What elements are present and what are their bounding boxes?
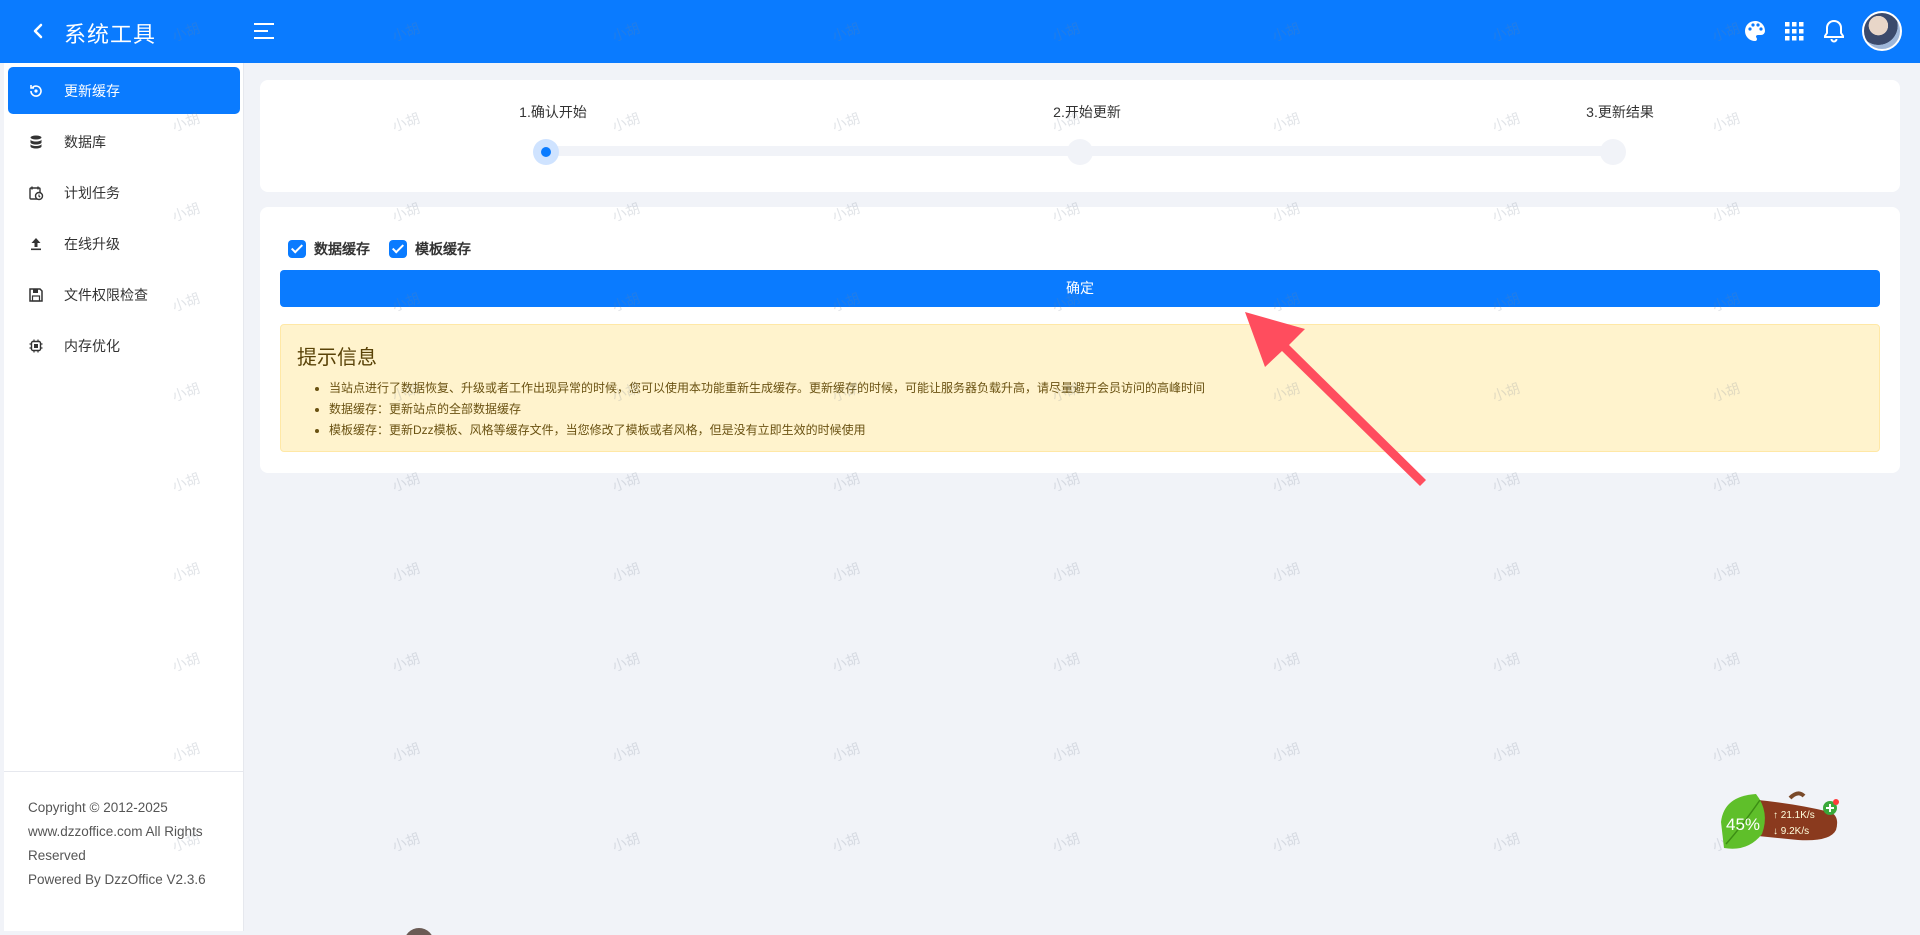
tips-list: 当站点进行了数据恢复、升级或者工作出现异常的时候，您可以使用本功能重新生成缓存。… [329, 378, 1205, 441]
sidebar-item-label: 计划任务 [64, 184, 120, 201]
watermark-text: 小胡 [610, 739, 642, 765]
net-percent: 45% [1726, 815, 1760, 834]
watermark-text: 小胡 [390, 559, 422, 585]
chip-icon [29, 339, 43, 352]
schedule-icon [29, 186, 44, 200]
net-down-speed: ↓ 9.2K/s [1773, 826, 1809, 837]
watermark-text: 小胡 [390, 739, 422, 765]
step-3-label: 3.更新结果 [1586, 104, 1654, 120]
watermark-text: 小胡 [1490, 649, 1522, 675]
checkbox-checked-icon[interactable] [389, 240, 407, 258]
step-2-label: 2.开始更新 [1053, 104, 1121, 120]
watermark-text: 小胡 [1270, 649, 1302, 675]
data-cache-label: 数据缓存 [314, 241, 370, 257]
sidebar-item-label: 在线升级 [64, 235, 120, 252]
confirm-button[interactable]: 确定 [280, 270, 1880, 307]
sidebar-item-memory-optimize[interactable]: 内存优化 [8, 322, 240, 369]
copyright-text: Copyright © 2012-2025 [28, 800, 168, 815]
sidebar-item-label: 更新缓存 [64, 82, 120, 99]
tips-item: 当站点进行了数据恢复、升级或者工作出现异常的时候，您可以使用本功能重新生成缓存。… [329, 378, 1205, 399]
watermark-text: 小胡 [1490, 739, 1522, 765]
data-cache-checkbox[interactable]: 数据缓存 [288, 239, 370, 259]
watermark-text: 小胡 [830, 829, 862, 855]
watermark-text: 小胡 [610, 559, 642, 585]
watermark-text: 小胡 [390, 649, 422, 675]
sidebar: 更新缓存 数据库 计划任务 在线升级 文件权限检查 内存优化 Copyright… [4, 63, 244, 931]
steps-card: 1.确认开始 2.开始更新 3.更新结果 [260, 80, 1900, 192]
tips-panel: 提示信息 当站点进行了数据恢复、升级或者工作出现异常的时候，您可以使用本功能重新… [280, 324, 1880, 452]
watermark-text: 小胡 [830, 649, 862, 675]
step-1-label: 1.确认开始 [519, 104, 587, 120]
step-3-dot [1600, 139, 1626, 165]
tips-title: 提示信息 [297, 347, 377, 369]
database-icon [30, 135, 42, 148]
palette-icon[interactable] [1742, 18, 1768, 44]
sidebar-divider [4, 771, 244, 772]
sidebar-item-online-upgrade[interactable]: 在线升级 [8, 220, 240, 267]
update-cache-card: 数据缓存 模板缓存 确定 提示信息 当站点进行了数据恢复、升级或者工作出现异常的… [260, 207, 1900, 473]
sidebar-item-database[interactable]: 数据库 [8, 118, 240, 165]
refresh-icon [30, 84, 42, 97]
top-header: 系统工具 [0, 0, 1920, 63]
sidebar-item-schedule[interactable]: 计划任务 [8, 169, 240, 216]
template-cache-label: 模板缓存 [415, 241, 471, 257]
app-title: 系统工具 [64, 22, 157, 47]
watermark-text: 小胡 [1270, 829, 1302, 855]
reserved-text: Reserved [28, 848, 86, 863]
watermark-text: 小胡 [390, 829, 422, 855]
save-icon [29, 287, 43, 302]
step-2-dot [1067, 139, 1093, 165]
sidebar-item-update-cache[interactable]: 更新缓存 [8, 67, 240, 114]
bell-icon[interactable] [1821, 18, 1847, 44]
step-1-dot [533, 139, 559, 165]
sidebar-item-label: 文件权限检查 [64, 286, 148, 303]
user-avatar[interactable] [1862, 11, 1902, 51]
network-speed-widget: 45% ↑ 21.1K/s ↓ 9.2K/s [1721, 791, 1839, 849]
watermark-text: 小胡 [830, 739, 862, 765]
checkbox-checked-icon[interactable] [288, 240, 306, 258]
watermark-text: 小胡 [1050, 739, 1082, 765]
sidebar-item-label: 内存优化 [64, 337, 120, 354]
apps-grid-icon[interactable] [1781, 18, 1807, 44]
watermark-text: 小胡 [1710, 559, 1742, 585]
watermark-text: 小胡 [1710, 649, 1742, 675]
powered-by-text: Powered By DzzOffice V2.3.6 [28, 872, 206, 887]
template-cache-checkbox[interactable]: 模板缓存 [389, 239, 471, 259]
menu-toggle-icon[interactable] [252, 20, 278, 42]
watermark-text: 小胡 [1270, 739, 1302, 765]
sidebar-item-file-permission[interactable]: 文件权限检查 [8, 271, 240, 318]
watermark-text: 小胡 [610, 649, 642, 675]
watermark-text: 小胡 [610, 829, 642, 855]
watermark-text: 小胡 [1490, 829, 1522, 855]
sidebar-footer: Copyright © 2012-2025 www.dzzoffice.com … [28, 796, 228, 892]
watermark-text: 小胡 [1050, 559, 1082, 585]
watermark-text: 小胡 [1270, 559, 1302, 585]
watermark-text: 小胡 [1490, 559, 1522, 585]
net-up-speed: ↑ 21.1K/s [1773, 810, 1815, 821]
watermark-text: 小胡 [830, 559, 862, 585]
watermark-text: 小胡 [1710, 739, 1742, 765]
upload-icon [31, 237, 41, 250]
tips-item: 数据缓存：更新站点的全部数据缓存 [329, 399, 1205, 420]
watermark-text: 小胡 [1050, 649, 1082, 675]
watermark-text: 小胡 [1050, 829, 1082, 855]
sidebar-item-label: 数据库 [64, 133, 106, 150]
back-arrow-icon[interactable] [28, 20, 50, 42]
partial-avatar [404, 928, 434, 935]
tips-item: 模板缓存：更新Dzz模板、风格等缓存文件，当您修改了模板或者风格，但是没有立即生… [329, 420, 1205, 441]
website-text: www.dzzoffice.com All Rights [28, 824, 203, 839]
